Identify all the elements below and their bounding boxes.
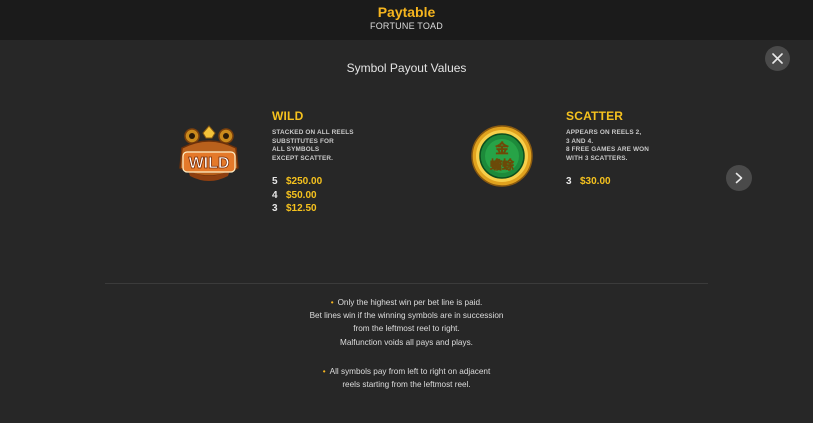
rule-line: Bet lines win if the winning symbols are… [309, 311, 504, 321]
wild-description-line: EXCEPT SCATTER. [272, 154, 334, 162]
bullet-icon: • [322, 367, 326, 376]
scatter-icon-top-glyph: 金 [494, 141, 509, 157]
payout-amount: $12.50 [286, 203, 317, 214]
rule-line: Only the highest win per bet line is pai… [337, 298, 483, 307]
scatter-payouts: 3 $30.00 [566, 175, 611, 189]
section-divider [105, 283, 708, 284]
wild-toad-icon: WILD [179, 125, 239, 181]
scatter-icon-bottom-glyph: 蟾蜍 [490, 157, 514, 172]
wild-payouts: 5 $250.00 4 $50.00 3 $12.50 [272, 175, 322, 216]
scatter-description-line: WITH 3 SCATTERS. [566, 154, 628, 162]
scatter-description-line: 8 FREE GAMES ARE WON [566, 146, 650, 154]
rules-block-2: • All symbols pay from left to right on a… [0, 365, 813, 391]
rules-block-1: • Only the highest win per bet line is pa… [0, 296, 813, 349]
wild-description-line: SUBSTITUTES FOR [272, 137, 334, 145]
paytable-screen: Paytable FORTUNE TOAD Symbol Payout Valu… [0, 0, 813, 423]
payout-count: 4 [272, 189, 278, 201]
wild-description: STACKED ON ALL REELS SUBSTITUTES FOR ALL… [272, 129, 354, 163]
bullet-icon: • [330, 298, 334, 307]
scatter-description-line: APPEARS ON REELS 2, [566, 129, 642, 136]
scatter-description-line: 3 AND 4. [566, 137, 594, 145]
jade-coin-scatter-icon: 金 蟾蜍 [471, 125, 533, 187]
page-title: Paytable [377, 4, 436, 20]
game-name: FORTUNE TOAD [370, 21, 443, 31]
payout-count: 3 [272, 203, 278, 214]
wild-icon-label: WILD [189, 155, 230, 172]
payout-row: 5 $250.00 [272, 175, 322, 189]
payout-amount: $50.00 [286, 189, 317, 201]
rule-line: All symbols pay from left to right on ad… [329, 367, 491, 376]
rule-line: from the leftmost reel to right. [353, 324, 460, 334]
payout-amount: $30.00 [580, 176, 611, 187]
chevron-right-icon [735, 172, 743, 184]
payout-count: 5 [272, 176, 278, 187]
payout-amount: $250.00 [286, 176, 323, 187]
next-page-button[interactable] [726, 165, 752, 191]
payout-row: 4 $50.00 [272, 189, 322, 203]
payout-count: 3 [566, 176, 572, 187]
scatter-title: SCATTER [566, 109, 624, 123]
header-bar: Paytable FORTUNE TOAD [0, 0, 813, 40]
payout-row: 3 $30.00 [566, 175, 611, 189]
wild-description-line: STACKED ON ALL REELS [272, 129, 354, 136]
wild-description-line: ALL SYMBOLS [272, 146, 320, 154]
wild-title: WILD [272, 109, 304, 123]
scatter-description: APPEARS ON REELS 2, 3 AND 4. 8 FREE GAME… [566, 129, 649, 163]
rule-line: Malfunction voids all pays and plays. [340, 337, 473, 347]
section-title: Symbol Payout Values [346, 61, 467, 75]
rule-line: reels starting from the leftmost reel. [342, 380, 471, 390]
payout-row: 3 $12.50 [272, 202, 322, 216]
